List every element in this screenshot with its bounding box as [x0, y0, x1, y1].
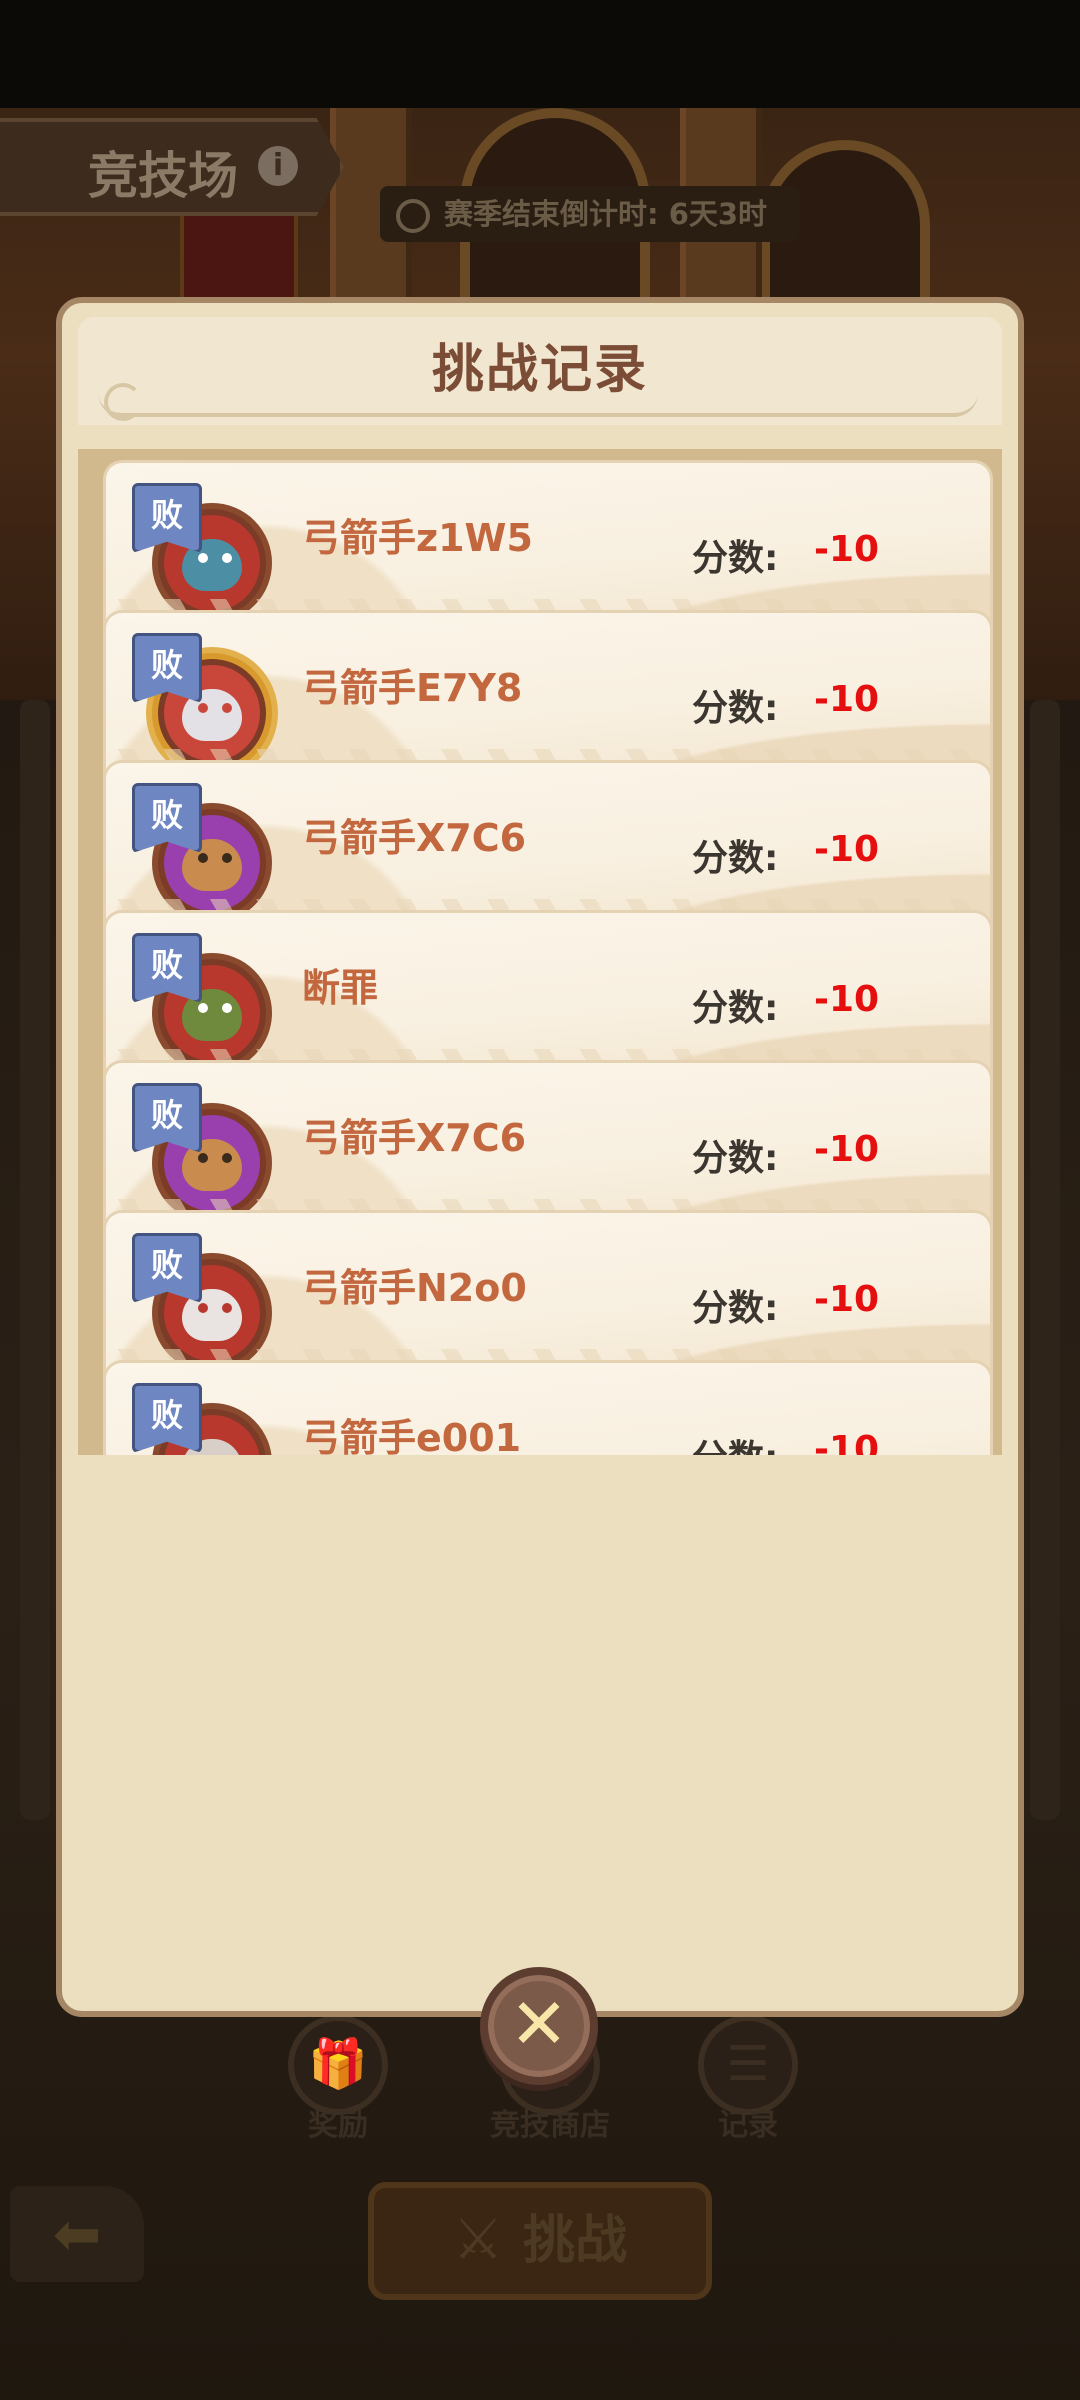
avatar-eye — [198, 1003, 208, 1013]
avatar-eye — [222, 1003, 232, 1013]
right-side-panel — [1030, 700, 1060, 1820]
nav-label-records: 记录 — [718, 2108, 778, 2143]
avatar-eye — [198, 853, 208, 863]
status-bar-area — [0, 0, 1080, 108]
season-countdown: 赛季结束倒计时: 6天3时 — [380, 186, 800, 242]
score-value: -10 — [814, 1429, 880, 1455]
player-name: 断罪 — [302, 966, 379, 1010]
nav-label-rewards: 奖励 — [308, 2108, 368, 2143]
player-name: 弓箭手X7C6 — [302, 1116, 527, 1160]
score-value: -10 — [814, 529, 880, 570]
player-name: 弓箭手E7Y8 — [302, 666, 523, 710]
score-label: 分数: — [692, 1429, 778, 1455]
avatar-eye — [222, 1303, 232, 1313]
avatar-eye — [222, 853, 232, 863]
score-value: -10 — [814, 679, 880, 720]
close-button[interactable]: ✕ — [480, 1967, 598, 2085]
dialog-header: 挑战记录 — [78, 317, 1002, 425]
player-name: 弓箭手X7C6 — [302, 816, 527, 860]
arena-title-tag: 竞技场 i — [0, 118, 344, 216]
score-label: 分数: — [692, 1288, 779, 1329]
challenge-label: 挑战 — [523, 2211, 628, 2271]
record-item: 败 弓箭手e001 分数: -10 — [106, 1363, 990, 1455]
avatar-eye — [222, 1153, 232, 1163]
player-name: 弓箭手e001 — [302, 1416, 522, 1455]
countdown-text: 赛季结束倒计时: 6天3时 — [444, 197, 768, 231]
challenge-record-dialog: 挑战记录 败 弓箭手z1W5 分数: -10 败 弓箭手E7Y8 分数: -10… — [56, 297, 1024, 2017]
header-ornament — [98, 393, 978, 417]
score-label: 分数: — [692, 538, 779, 579]
left-side-panel — [20, 700, 50, 1820]
info-icon[interactable]: i — [258, 146, 298, 186]
avatar-eye — [198, 553, 208, 563]
back-button[interactable]: ⬅ — [10, 2186, 144, 2282]
score-value: -10 — [814, 1279, 880, 1320]
score-value: -10 — [814, 1129, 880, 1170]
score-label: 分数: — [692, 688, 779, 729]
avatar-eye — [198, 1153, 208, 1163]
score-value: -10 — [814, 979, 880, 1020]
close-icon: ✕ — [509, 1983, 569, 2065]
avatar-eye — [198, 1303, 208, 1313]
score-value: -10 — [814, 829, 880, 870]
score-label: 分数: — [692, 988, 779, 1029]
clock-icon — [396, 199, 430, 233]
nav-label-shop: 竞技商店 — [490, 2108, 610, 2143]
arena-title: 竞技场 — [88, 147, 238, 205]
avatar-eye — [222, 553, 232, 563]
avatar-eye — [198, 703, 208, 713]
player-name: 弓箭手N2o0 — [302, 1266, 527, 1310]
record-list[interactable]: 败 弓箭手z1W5 分数: -10 败 弓箭手E7Y8 分数: -10 败 弓箭… — [78, 449, 1002, 1455]
dialog-title: 挑战记录 — [431, 340, 648, 400]
score-label: 分数: — [692, 1138, 779, 1179]
crossed-swords-icon: ⚔ — [452, 2207, 504, 2272]
avatar-eye — [222, 703, 232, 713]
challenge-button[interactable]: ⚔ 挑战 — [368, 2182, 712, 2300]
player-name: 弓箭手z1W5 — [302, 516, 533, 560]
score-label: 分数: — [692, 838, 779, 879]
header-curl-ornament — [104, 383, 142, 421]
arrow-left-icon: ⬅ — [52, 2200, 102, 2268]
